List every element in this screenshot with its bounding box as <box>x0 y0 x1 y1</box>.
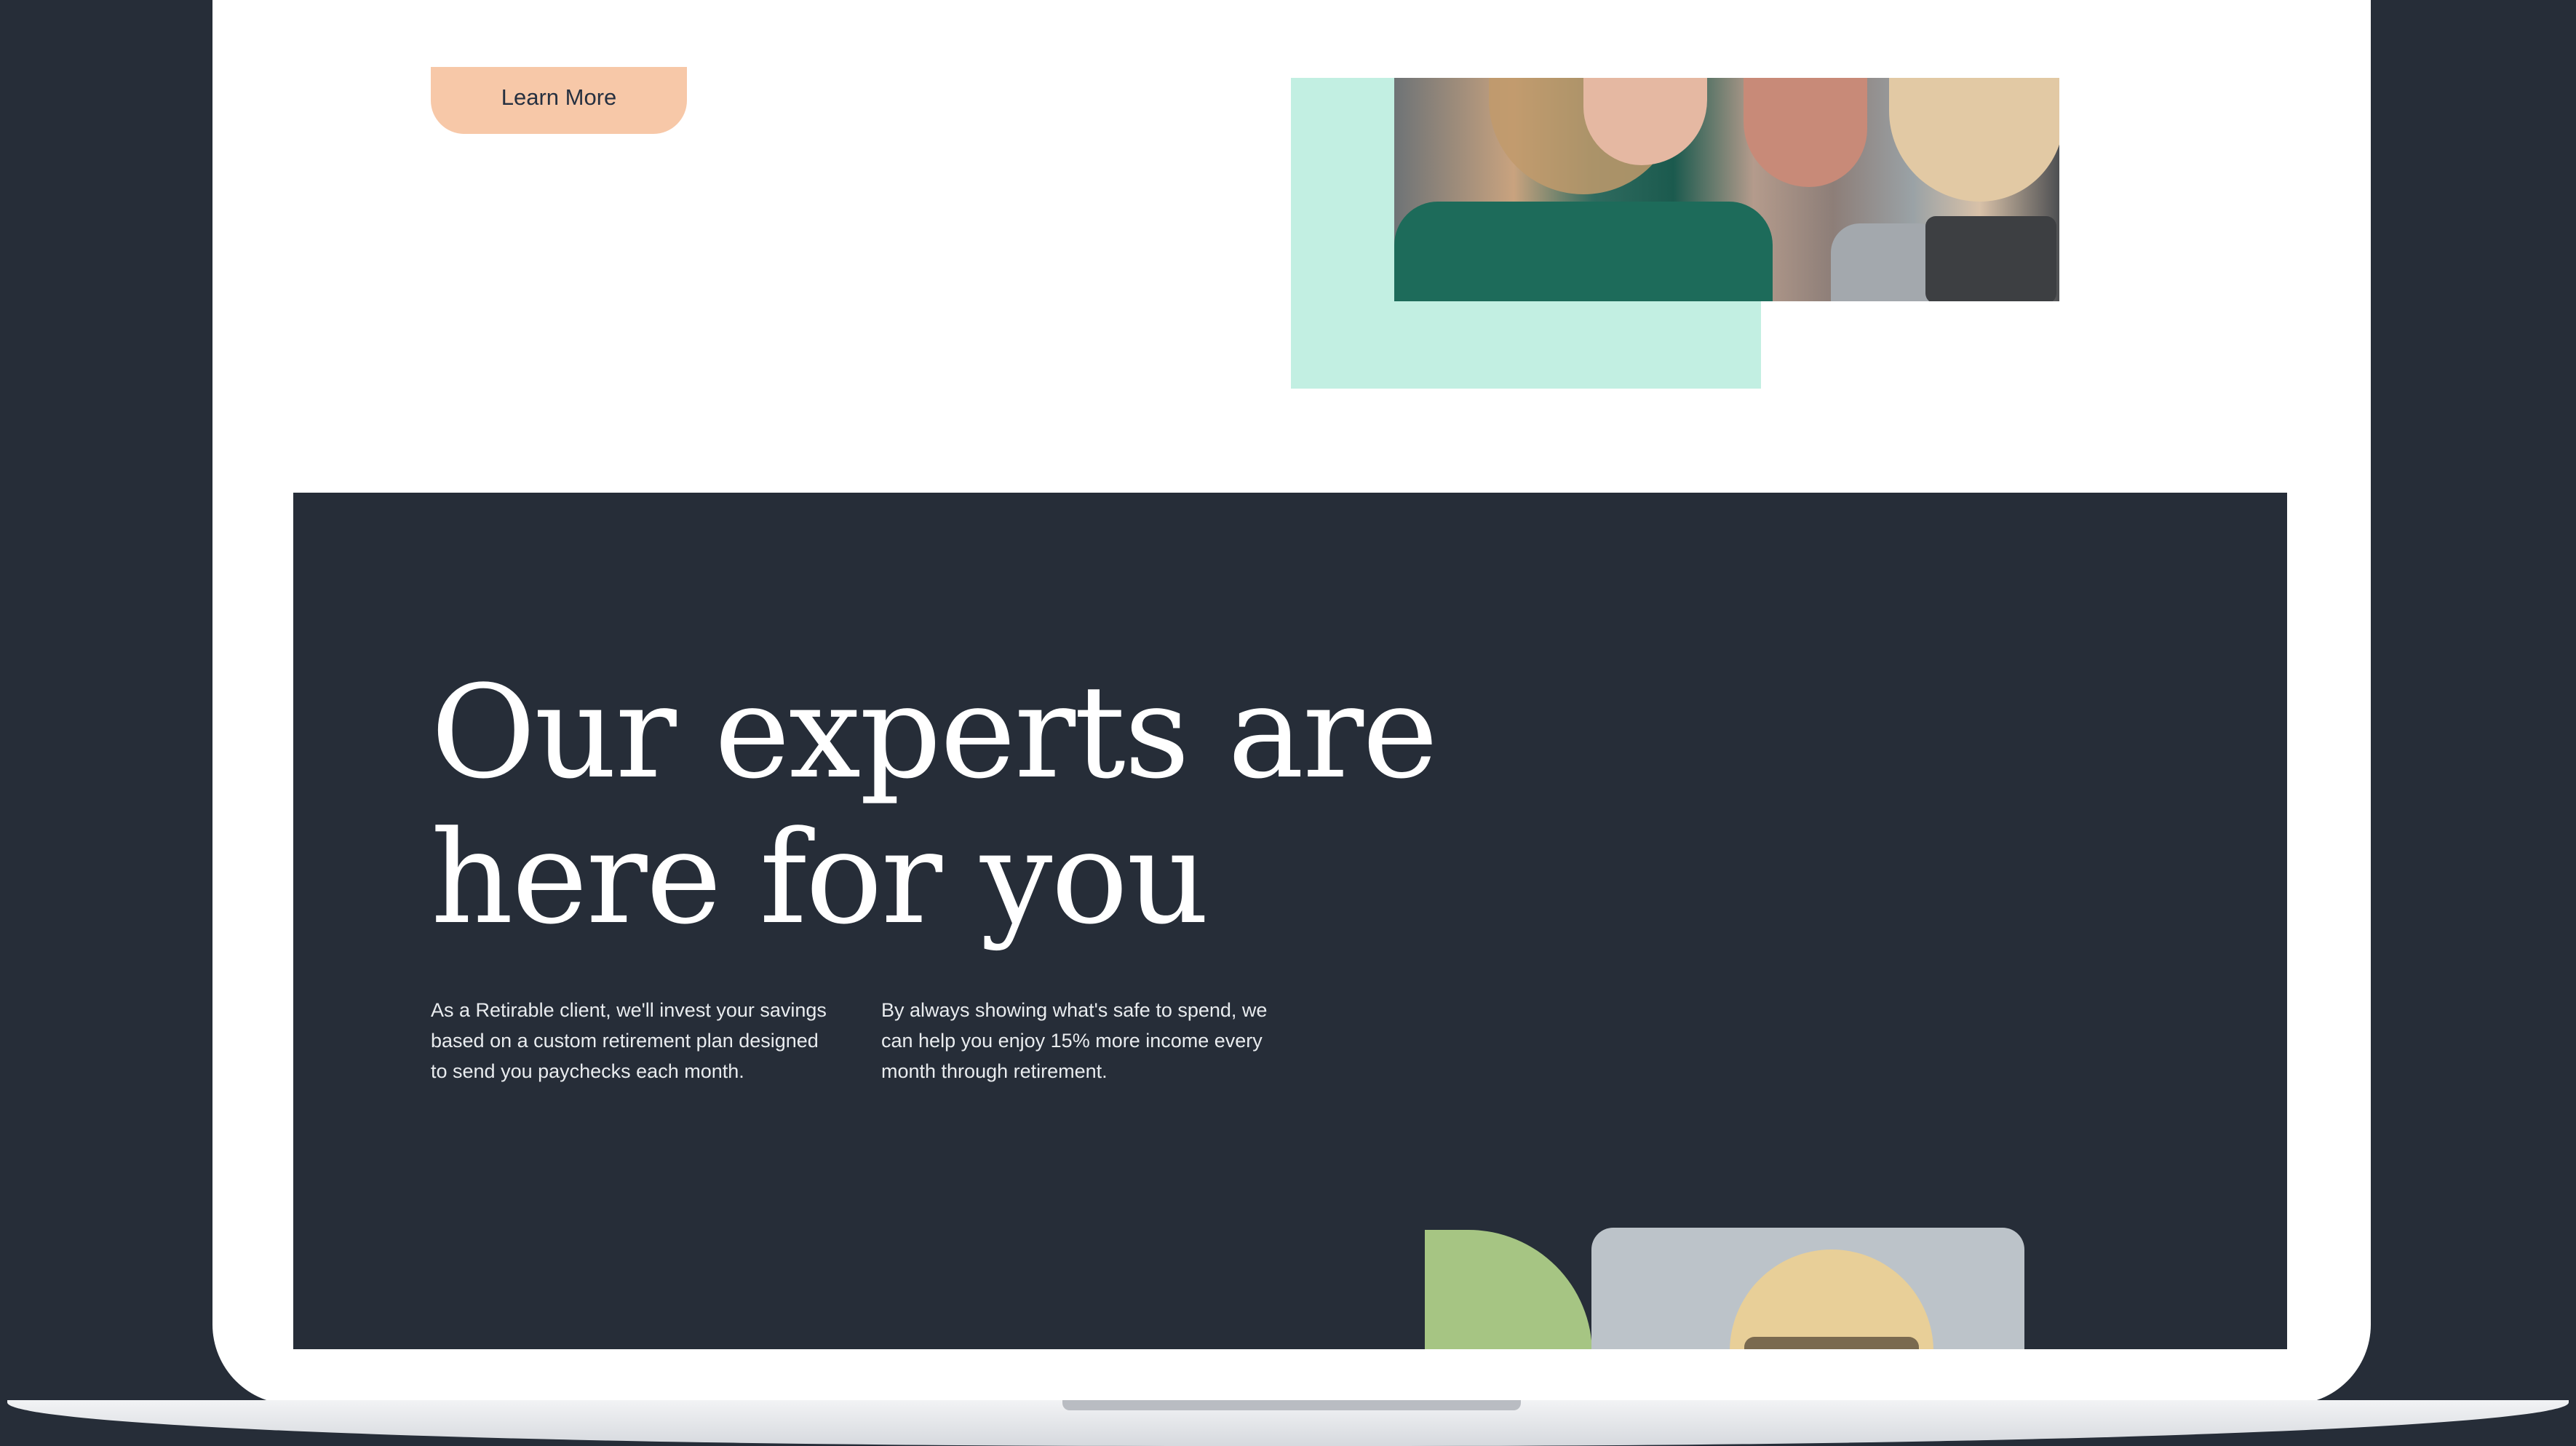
experts-section: Our experts are here for you As a Retira… <box>293 493 2287 1349</box>
family-photo <box>1394 78 2059 301</box>
laptop-notch <box>1062 1400 1521 1410</box>
green-quarter-circle <box>1425 1230 1592 1349</box>
screen: Learn More Our experts are here for you … <box>282 67 2297 1349</box>
heading-line-1: Our experts are <box>431 658 1438 807</box>
expert-photo <box>1591 1228 2024 1349</box>
heading-line-2: here for you <box>431 803 1209 953</box>
paragraph-investing: As a Retirable client, we'll invest your… <box>431 999 827 1082</box>
section-heading: Our experts are here for you <box>431 660 1522 951</box>
learn-more-button[interactable]: Learn More <box>431 67 687 134</box>
paragraph-income: By always showing what's safe to spend, … <box>881 999 1268 1082</box>
